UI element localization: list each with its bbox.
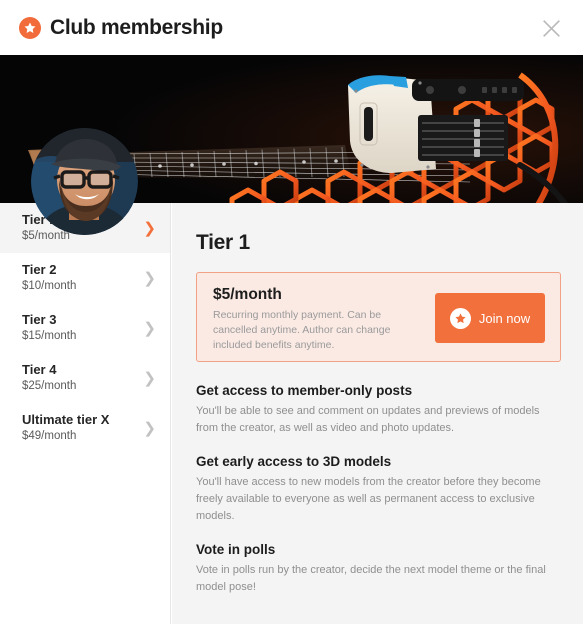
close-button[interactable] [535, 12, 567, 44]
benefit-description: You'll be able to see and comment on upd… [196, 405, 540, 435]
sidebar-item-tier-4[interactable]: Tier 4 $25/month ❯ [0, 353, 170, 403]
price-card-text: $5/month Recurring monthly payment. Can … [213, 286, 428, 354]
price-amount: $5/month [213, 286, 282, 303]
chevron-right-icon: ❯ [143, 319, 156, 337]
sidebar-item-tier-3[interactable]: Tier 3 $15/month ❯ [0, 303, 170, 353]
club-membership-modal: Club membership Tier 1 $5/month ❯ Tier 2… [0, 0, 583, 624]
sidebar-item-tier-2[interactable]: Tier 2 $10/month ❯ [0, 253, 170, 303]
tier-text-block: Ultimate tier X $49/month [22, 412, 109, 445]
tier-price: $49/month [22, 429, 77, 442]
star-badge-icon [449, 307, 471, 329]
price-card: $5/month Recurring monthly payment. Can … [196, 272, 561, 362]
benefit-title: Vote in polls [196, 542, 276, 558]
join-now-label: Join now [478, 310, 531, 326]
benefit-description: You'll have access to new models from th… [196, 476, 541, 523]
chevron-right-icon: ❯ [143, 219, 156, 237]
tier-label: Tier 3 [22, 311, 57, 327]
tier-text-block: Tier 2 $10/month [22, 262, 76, 295]
tier-price: $10/month [22, 279, 77, 292]
sidebar-item-ultimate-tier-x[interactable]: Ultimate tier X $49/month ❯ [0, 403, 170, 453]
tier-label: Tier 4 [22, 361, 57, 377]
creator-avatar [31, 128, 138, 235]
benefit-item: Get access to member-only posts You'll b… [196, 383, 561, 437]
tier-text-block: Tier 3 $15/month [22, 312, 76, 345]
modal-header: Club membership [0, 0, 583, 55]
close-icon [542, 19, 560, 37]
tier-sidebar: Tier 1 $5/month ❯ Tier 2 $10/month ❯ Tie… [0, 203, 171, 624]
tier-detail-panel: Tier 1 $5/month Recurring monthly paymen… [172, 203, 583, 624]
modal-body: Tier 1 $5/month ❯ Tier 2 $10/month ❯ Tie… [0, 203, 583, 624]
benefit-item: Vote in polls Vote in polls run by the c… [196, 542, 561, 596]
benefit-item: Get early access to 3D models You'll hav… [196, 454, 561, 525]
benefits-list: Get access to member-only posts You'll b… [196, 383, 561, 596]
tier-detail-title: Tier 1 [196, 231, 250, 254]
tier-price: $25/month [22, 379, 77, 392]
price-note: Recurring monthly payment. Can be cancel… [213, 309, 391, 352]
chevron-right-icon: ❯ [143, 419, 156, 437]
chevron-right-icon: ❯ [143, 369, 156, 387]
join-now-button[interactable]: Join now [435, 293, 545, 343]
header-brand: Club membership [19, 16, 223, 40]
chevron-right-icon: ❯ [143, 269, 156, 287]
tier-label: Ultimate tier X [22, 411, 110, 427]
benefit-title: Get access to member-only posts [196, 383, 413, 398]
tier-text-block: Tier 4 $25/month [22, 362, 76, 395]
benefit-description: Vote in polls run by the creator, decide… [196, 564, 546, 594]
tier-label: Tier 2 [22, 261, 57, 277]
page-title: Club membership [50, 15, 223, 39]
star-badge-icon [19, 16, 41, 39]
benefit-title: Get early access to 3D models [196, 454, 392, 470]
tier-price: $15/month [22, 329, 77, 342]
